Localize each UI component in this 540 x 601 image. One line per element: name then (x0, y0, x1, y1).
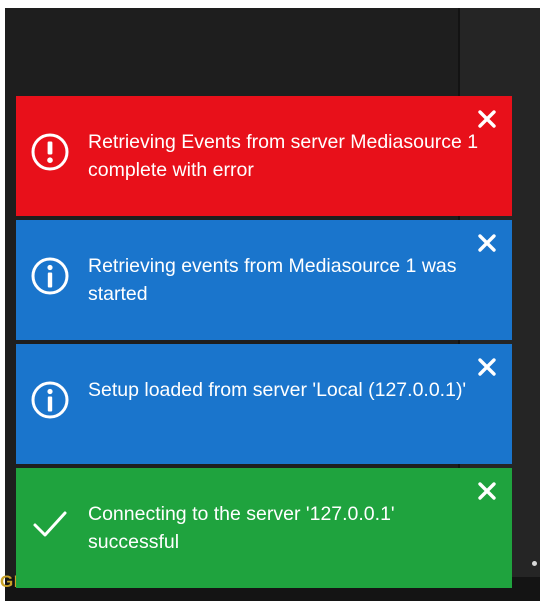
scroll-indicator[interactable] (532, 561, 537, 566)
notification-message: Retrieving events from Mediasource 1 was… (88, 255, 457, 305)
notification-error[interactable]: Retrieving Events from server Mediasourc… (16, 96, 512, 216)
close-icon[interactable] (476, 480, 498, 502)
info-circle-icon (30, 380, 70, 420)
notification-info[interactable]: Setup loaded from server 'Local (127.0.0… (16, 344, 512, 464)
notification-info[interactable]: Retrieving events from Mediasource 1 was… (16, 220, 512, 340)
notification-success[interactable]: Connecting to the server '127.0.0.1' suc… (16, 468, 512, 588)
notification-message: Connecting to the server '127.0.0.1' suc… (88, 503, 395, 553)
close-icon[interactable] (476, 232, 498, 254)
info-circle-icon (30, 256, 70, 296)
checkmark-icon (30, 504, 70, 544)
notification-stack: Retrieving Events from server Mediasourc… (16, 96, 512, 588)
notification-message: Setup loaded from server 'Local (127.0.0… (88, 379, 467, 401)
close-icon[interactable] (476, 356, 498, 378)
notification-message: Retrieving Events from server Mediasourc… (88, 131, 479, 181)
error-circle-icon (30, 132, 70, 172)
close-icon[interactable] (476, 108, 498, 130)
